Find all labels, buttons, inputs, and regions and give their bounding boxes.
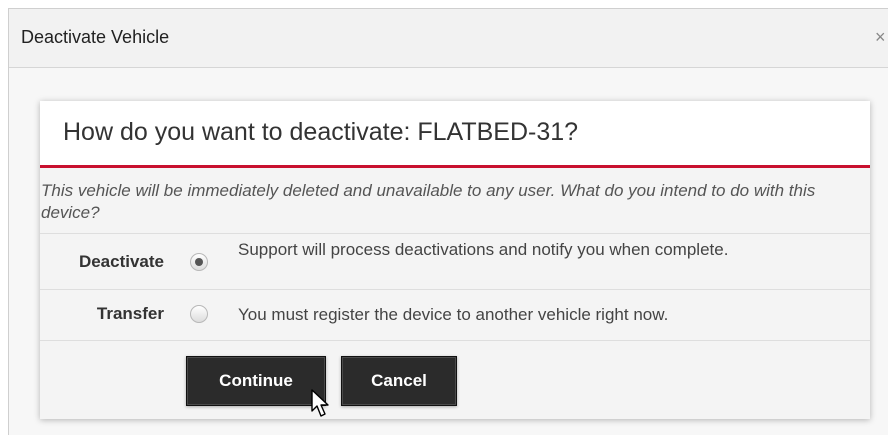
option-label-deactivate[interactable]: Deactivate <box>79 252 164 272</box>
mouse-cursor-icon <box>311 389 329 417</box>
option-description-transfer: You must register the device to another … <box>238 305 669 324</box>
radio-deactivate[interactable] <box>190 253 208 271</box>
panel-header: How do you want to deactivate: FLATBED-3… <box>40 101 870 168</box>
deactivation-panel: How do you want to deactivate: FLATBED-3… <box>40 101 870 419</box>
continue-button[interactable]: Continue <box>186 356 326 406</box>
option-row-deactivate[interactable]: Deactivate Support will process deactiva… <box>40 233 870 290</box>
option-label-transfer[interactable]: Transfer <box>97 304 164 324</box>
option-description-deactivate: Support will process deactivations and n… <box>238 240 729 259</box>
deactivation-question: How do you want to deactivate: FLATBED-3… <box>63 118 579 146</box>
deactivation-info-text: This vehicle will be immediately deleted… <box>41 181 816 222</box>
cancel-button[interactable]: Cancel <box>341 356 457 406</box>
radio-transfer[interactable] <box>190 305 208 323</box>
dialog-title: Deactivate Vehicle <box>21 27 170 47</box>
deactivate-vehicle-dialog: Deactivate Vehicle × How do you want to … <box>8 8 888 435</box>
close-icon[interactable]: × <box>875 27 888 48</box>
dialog-titlebar: Deactivate Vehicle × <box>9 9 888 68</box>
option-row-transfer[interactable]: Transfer You must register the device to… <box>40 290 870 341</box>
